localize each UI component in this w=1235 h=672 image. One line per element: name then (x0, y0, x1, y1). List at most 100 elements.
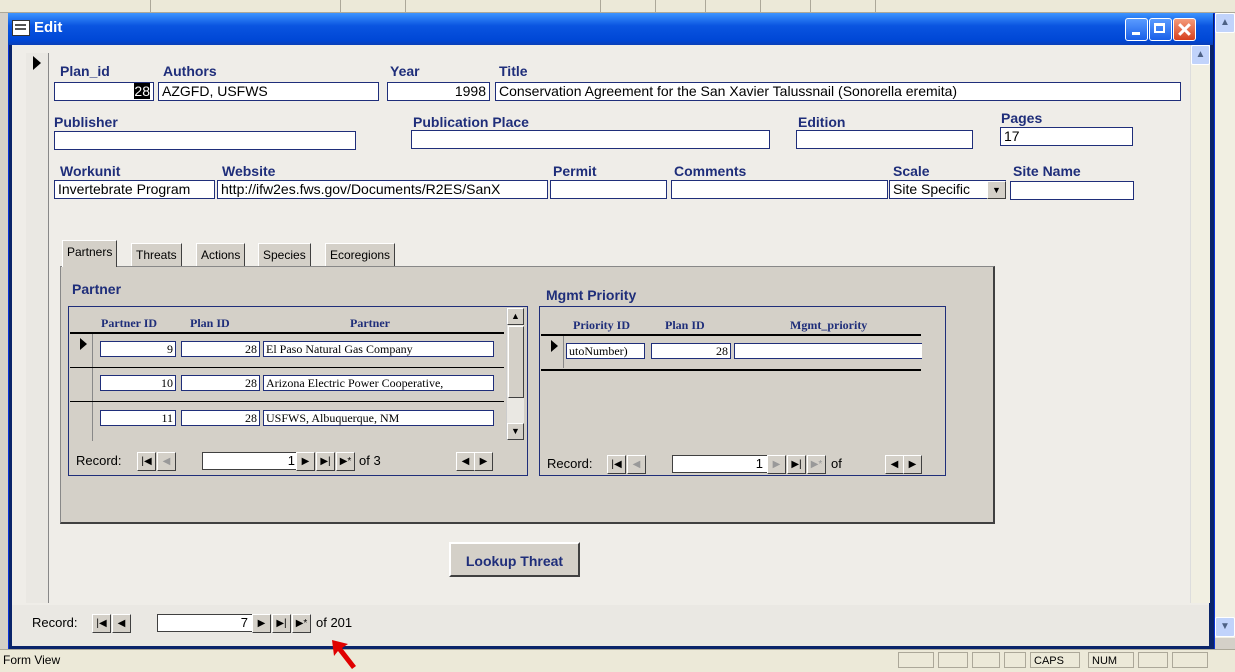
record-number-input[interactable]: 1 (202, 452, 300, 470)
scroll-down-icon[interactable]: ▼ (1215, 617, 1235, 637)
partner-id-cell[interactable]: 9 (100, 341, 176, 357)
view-status: Form View (3, 653, 61, 667)
authors-field[interactable]: AZGFD, USFWS (158, 82, 379, 101)
plan-id-header: Plan ID (665, 318, 705, 332)
first-record-icon[interactable]: |◀ (607, 455, 626, 474)
publisher-field[interactable] (54, 131, 356, 150)
record-label: Record: (32, 615, 78, 630)
last-record-icon[interactable]: ▶| (316, 452, 335, 471)
current-row-arrow-icon (551, 340, 558, 352)
permit-field[interactable] (550, 180, 667, 199)
first-record-icon[interactable]: |◀ (137, 452, 156, 471)
publisher-label: Publisher (54, 114, 118, 130)
record-number-input[interactable]: 7 (157, 614, 253, 632)
scroll-up-icon[interactable]: ▲ (1191, 45, 1210, 65)
partner-cell[interactable]: USFWS, Albuquerque, NM (263, 410, 494, 426)
record-label: Record: (547, 456, 593, 471)
app-vertical-scrollbar[interactable]: ▲ ▼ (1215, 13, 1235, 638)
plan-id-cell[interactable]: 28 (181, 341, 260, 357)
maximize-button[interactable] (1149, 18, 1172, 41)
year-label: Year (390, 63, 420, 79)
website-field[interactable]: http://ifw2es.fws.gov/Documents/R2ES/San… (217, 180, 548, 199)
partner-cell[interactable]: Arizona Electric Power Cooperative, (263, 375, 494, 391)
plan-id-header: Plan ID (190, 316, 230, 330)
mgmt-priority-cell[interactable] (734, 343, 922, 359)
previous-record-icon[interactable]: ◀ (627, 455, 646, 474)
tab-threats[interactable]: Threats (131, 243, 182, 266)
last-record-icon[interactable]: ▶| (787, 455, 806, 474)
first-record-icon[interactable]: |◀ (92, 614, 111, 633)
title-label: Title (499, 63, 528, 79)
permit-label: Permit (553, 163, 597, 179)
publication-place-label: Publication Place (413, 114, 529, 130)
pages-field[interactable]: 17 (1000, 127, 1133, 146)
publication-place-field[interactable] (411, 130, 770, 149)
close-button[interactable] (1173, 18, 1196, 41)
pages-label: Pages (1001, 110, 1043, 126)
partner-id-cell[interactable]: 10 (100, 375, 176, 391)
partner-id-cell[interactable]: 11 (100, 410, 176, 426)
next-record-icon[interactable]: ▶ (252, 614, 271, 633)
form-vertical-scrollbar[interactable]: ▲ (1190, 45, 1210, 603)
next-record-icon[interactable]: ▶ (296, 452, 315, 471)
title-field[interactable]: Conservation Agreement for the San Xavie… (495, 82, 1181, 101)
new-record-icon[interactable]: ▶* (292, 614, 311, 633)
comments-field[interactable] (671, 180, 888, 199)
minimize-button[interactable] (1125, 18, 1148, 41)
background-toolbar-strip (0, 0, 1235, 13)
scroll-right-icon[interactable]: ▶ (903, 455, 922, 474)
scale-label: Scale (893, 163, 930, 179)
new-record-icon[interactable]: ▶* (807, 455, 826, 474)
lookup-threat-button[interactable]: Lookup Threat (449, 542, 580, 577)
new-record-icon[interactable]: ▶* (336, 452, 355, 471)
partner-row-selectors[interactable] (70, 334, 93, 441)
plan-id-cell[interactable]: 28 (651, 343, 731, 359)
window-title: Edit (34, 19, 63, 36)
dropdown-arrow-icon[interactable]: ▼ (987, 181, 1006, 199)
edition-field[interactable] (796, 130, 973, 149)
year-field[interactable]: 1998 (387, 82, 490, 101)
partner-cell[interactable]: El Paso Natural Gas Company (263, 341, 494, 357)
scroll-right-icon[interactable]: ▶ (474, 452, 493, 471)
authors-label: Authors (163, 63, 217, 79)
plan-id-cell[interactable]: 28 (181, 410, 260, 426)
main-record-navigator: Record: |◀ ◀ 7 ▶ ▶| ▶* of 201 (26, 614, 426, 635)
record-number-input[interactable]: 1 (672, 455, 768, 473)
tab-species[interactable]: Species (258, 243, 311, 266)
priority-id-cell[interactable]: utoNumber) (566, 343, 645, 359)
comments-label: Comments (674, 163, 747, 179)
tab-ecoregions[interactable]: Ecoregions (325, 243, 396, 266)
form-icon (12, 20, 30, 36)
plan-id-field[interactable]: 28 (54, 82, 154, 101)
scale-value: Site Specific (893, 181, 971, 197)
tab-partners[interactable]: Partners (62, 240, 118, 267)
workunit-field[interactable]: Invertebrate Program (54, 180, 215, 199)
tab-actions[interactable]: Actions (196, 243, 246, 266)
window-title-bar[interactable] (8, 13, 1213, 45)
scroll-left-icon[interactable]: ◀ (885, 455, 904, 474)
next-record-icon[interactable]: ▶ (767, 455, 786, 474)
mgmt-priority-header: Mgmt_priority (790, 318, 868, 332)
previous-record-icon[interactable]: ◀ (112, 614, 131, 633)
last-record-icon[interactable]: ▶| (272, 614, 291, 633)
num-indicator: NUM (1088, 652, 1134, 668)
record-count: of 201 (316, 615, 353, 630)
current-row-arrow-icon (80, 338, 87, 350)
record-label: Record: (76, 453, 122, 468)
partner-id-header: Partner ID (101, 316, 158, 330)
edition-label: Edition (798, 114, 846, 130)
site-name-label: Site Name (1013, 163, 1081, 179)
record-selector[interactable] (26, 53, 49, 603)
plan-id-cell[interactable]: 28 (181, 375, 260, 391)
scroll-down-icon[interactable]: ▼ (507, 423, 524, 440)
partner-vertical-scrollbar[interactable]: ▲ ▼ (506, 308, 524, 440)
scroll-up-icon[interactable]: ▲ (1215, 13, 1235, 33)
scroll-up-icon[interactable]: ▲ (507, 308, 524, 325)
workunit-label: Workunit (60, 163, 121, 179)
previous-record-icon[interactable]: ◀ (157, 452, 176, 471)
mgmt-record-navigator: Record: |◀ ◀ 1 ▶ ▶| ▶* of ◀ ▶ (541, 455, 941, 476)
site-name-field[interactable] (1010, 181, 1134, 200)
scroll-left-icon[interactable]: ◀ (456, 452, 475, 471)
current-record-arrow-icon (33, 56, 41, 70)
scroll-thumb[interactable] (508, 326, 524, 398)
